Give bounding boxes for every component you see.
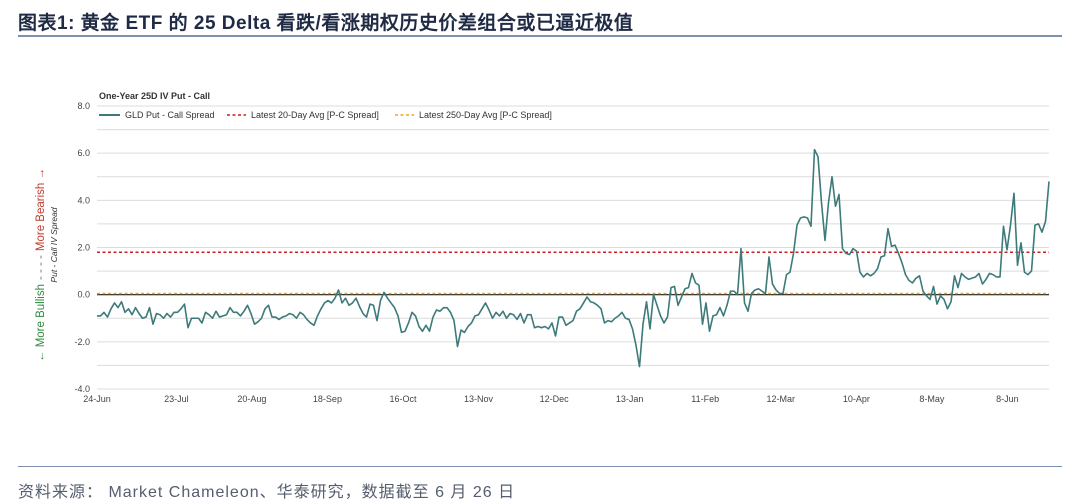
legend-item-20-day-avg[interactable]: Latest 20-Day Avg [P-C Spread] (227, 110, 379, 120)
y-tick-label: 2.0 (77, 243, 90, 253)
source-note: 资料来源： Market Chameleon、华泰研究，数据截至 6 月 26 … (18, 484, 516, 501)
x-tick-label: 8-Jun (996, 394, 1019, 404)
x-tick-label: 24-Jun (83, 394, 111, 404)
series-line-put-call-spread (97, 148, 1050, 368)
x-tick-label: 12-Mar (767, 394, 796, 404)
y-tick-label: -2.0 (74, 337, 90, 347)
y-tick-labels: 8.0 6.0 4.0 2.0 0.0 -2.0 -4.0 (74, 101, 90, 394)
x-tick-labels: 24-Jun 23-Jul 20-Aug 18-Sep 16-Oct 13-Nov 12-D… (83, 394, 1018, 404)
legend-label-20-day-avg: Latest 20-Day Avg [P-C Spread] (251, 110, 379, 120)
x-tick-label: 11-Feb (691, 394, 719, 404)
y-tick-label: 4.0 (77, 195, 90, 205)
reference-lines (97, 251, 1049, 296)
y-tick-label: -4.0 (74, 384, 90, 394)
legend: GLD Put - Call Spread Latest 20-Day Avg … (99, 110, 552, 120)
y-tick-label: 6.0 (77, 148, 90, 158)
chart-title: One-Year 25D IV Put - Call (99, 91, 210, 101)
series-lines (97, 148, 1050, 368)
legend-label-put-call-spread: GLD Put - Call Spread (125, 110, 215, 120)
more-bearish-label: More Bearish → (35, 168, 47, 251)
source-divider (18, 466, 1062, 467)
x-tick-label: 18-Sep (313, 394, 342, 404)
x-tick-label: 8-May (919, 394, 945, 404)
x-tick-label: 16-Oct (389, 394, 417, 404)
x-tick-label: 10-Apr (843, 394, 870, 404)
legend-label-250-day-avg: Latest 250-Day Avg [P-C Spread] (419, 110, 552, 120)
x-tick-label: 13-Jan (616, 394, 644, 404)
x-tick-label: 13-Nov (464, 394, 494, 404)
y-tick-label: 0.0 (77, 290, 90, 300)
grid-lines (97, 105, 1049, 390)
x-tick-label: 23-Jul (164, 394, 189, 404)
legend-item-put-call-spread[interactable]: GLD Put - Call Spread (99, 110, 215, 120)
y-tick-label: 8.0 (77, 101, 90, 111)
more-bullish-label: ← More Bullish (35, 284, 47, 362)
x-tick-label: 20-Aug (237, 394, 266, 404)
x-tick-label: 12-Dec (540, 394, 570, 404)
iv-spread-line-chart: One-Year 25D IV Put - Call GLD Put - Cal… (35, 91, 1050, 404)
y-axis-label: Put - Call IV Spread (49, 207, 59, 282)
legend-item-250-day-avg[interactable]: Latest 250-Day Avg [P-C Spread] (395, 110, 552, 120)
direction-separator: - - - - (35, 255, 47, 280)
y-axis-direction-label: ← More Bullish - - - - More Bearish → (35, 168, 47, 362)
